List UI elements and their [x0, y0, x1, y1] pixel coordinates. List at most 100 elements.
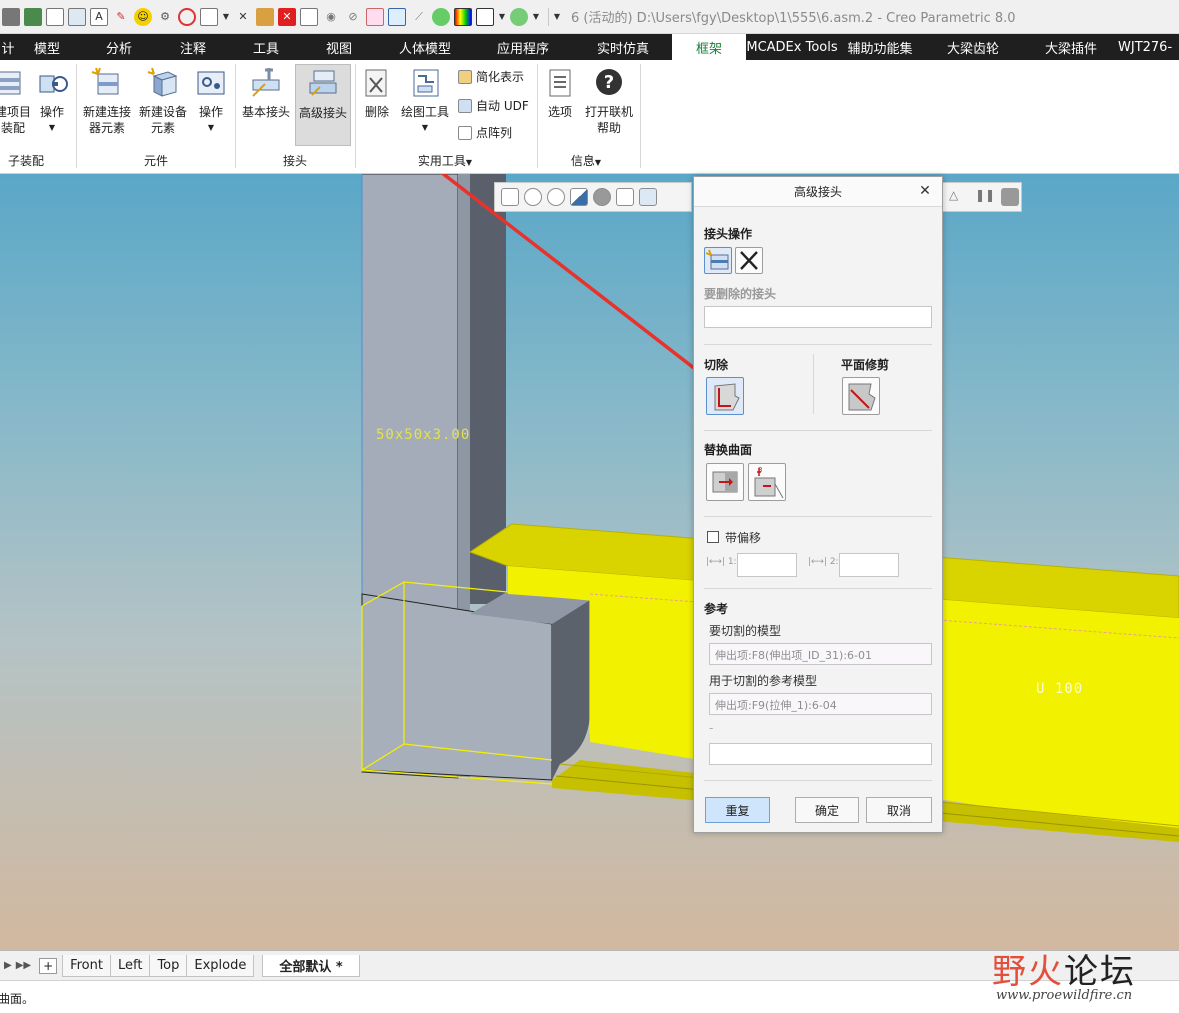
close-icon[interactable]: ✕	[917, 183, 933, 199]
add-tab-icon[interactable]: +	[39, 957, 58, 974]
gear-icon[interactable]: ⚙	[156, 8, 174, 26]
zoom-out-icon[interactable]	[547, 188, 565, 206]
tab-beam-plugin[interactable]: 大梁插件	[1038, 34, 1104, 60]
watermark-url: www.proewildfire.cn	[996, 988, 1133, 1003]
new-connector-element-button[interactable]: 新建连接 器元素	[80, 66, 134, 136]
tree-icon[interactable]	[366, 7, 384, 26]
tab-live-simulation[interactable]: 实时仿真	[590, 34, 656, 60]
view-tab-front[interactable]: Front	[62, 954, 111, 977]
annotation-display-icon[interactable]: △	[949, 188, 967, 206]
joint-to-delete-field[interactable]	[704, 306, 932, 328]
target-icon[interactable]	[178, 7, 196, 26]
tab-framework[interactable]: 框架	[672, 34, 746, 60]
offset-1-field[interactable]	[737, 553, 797, 577]
model-to-cut-field[interactable]: 伸出项:F8(伸出项_ID_31):6-01	[709, 643, 932, 665]
tab-model[interactable]: 模型	[26, 34, 68, 60]
delete-x-icon	[740, 251, 758, 270]
cut-button[interactable]	[706, 377, 744, 415]
dropdown-arrow-icon[interactable]: ▼	[222, 8, 230, 26]
replace-surface-offset-icon: 3	[754, 466, 784, 499]
close-window-icon[interactable]: ✕	[234, 8, 252, 26]
cube-view-icon[interactable]	[476, 7, 494, 26]
view-tab-top[interactable]: Top	[149, 954, 188, 977]
color-bars-icon[interactable]	[454, 7, 472, 26]
error-icon[interactable]: ✕	[278, 7, 296, 26]
package-icon[interactable]	[256, 7, 274, 26]
operations-button[interactable]: 操作 ▼	[36, 66, 68, 136]
brush-icon[interactable]: ✎	[112, 8, 130, 26]
group-label-info[interactable]: 信息▼	[558, 152, 614, 169]
green-ball-icon[interactable]	[510, 7, 528, 26]
camera-icon[interactable]	[2, 7, 20, 26]
spin-center-icon[interactable]	[1001, 188, 1019, 206]
tab-applications[interactable]: 应用程序	[490, 34, 556, 60]
sphere-icon[interactable]	[432, 7, 450, 26]
extra-field[interactable]	[709, 743, 932, 765]
tab-tools[interactable]: 工具	[245, 34, 287, 60]
scroll-right-icon[interactable]: ▶	[4, 960, 12, 971]
tab-wjt276[interactable]: WJT276-	[1118, 34, 1179, 60]
auto-udf-button[interactable]: 自动 UDF	[458, 97, 529, 114]
view-tab-all-default[interactable]: 全部默认 *	[262, 954, 360, 977]
advanced-joint-button[interactable]: 高级接头	[295, 64, 351, 146]
chevron-down-icon-3: ▼	[421, 123, 429, 132]
dialog-title-bar[interactable]: 高级接头 ✕	[694, 177, 942, 207]
open-online-help-button[interactable]: ? 打开联机 帮助	[582, 66, 636, 136]
hide-icon[interactable]: ⊘	[344, 8, 362, 26]
window-icon[interactable]	[200, 7, 218, 26]
tab-mcadex-tools[interactable]: MCADEx Tools	[746, 34, 838, 60]
tab-design[interactable]: 计	[0, 34, 16, 60]
refit-icon[interactable]	[501, 188, 519, 206]
create-joint-button[interactable]	[704, 247, 732, 274]
smiley-icon[interactable]: ☺	[134, 7, 152, 26]
view-manager-icon[interactable]	[639, 188, 657, 206]
tab-analysis[interactable]: 分析	[98, 34, 140, 60]
repeat-button[interactable]: 重复	[705, 797, 770, 823]
delete-button[interactable]: 删除	[358, 66, 396, 120]
text-icon[interactable]: A	[90, 7, 108, 26]
point-pattern-button[interactable]: 点阵列	[458, 124, 512, 141]
info-sheet-icon[interactable]	[300, 7, 318, 26]
view-tab-explode[interactable]: Explode	[186, 954, 255, 977]
plane-trim-button[interactable]	[842, 377, 880, 415]
tab-aux-functions[interactable]: 辅助功能集	[843, 34, 917, 60]
customize-arrow-icon[interactable]: ▼	[553, 8, 561, 26]
new-project-button[interactable]: 建项目 装配	[0, 66, 32, 136]
ok-button[interactable]: 确定	[795, 797, 859, 823]
tab-beam-gear[interactable]: 大梁齿轮	[940, 34, 1006, 60]
view-tab-left[interactable]: Left	[109, 954, 151, 977]
delete-joint-button[interactable]	[735, 247, 763, 274]
simplified-rep-button[interactable]: 简化表示	[458, 68, 524, 85]
dropdown-arrow-icon-3[interactable]: ▼	[532, 8, 540, 26]
tab-view[interactable]: 视图	[318, 34, 360, 60]
zoom-in-icon[interactable]	[524, 188, 542, 206]
new-device-element-button[interactable]: 新建设备 元素	[136, 66, 190, 136]
group-label-utilities[interactable]: 实用工具▼	[412, 152, 478, 169]
replace-surface-offset-button[interactable]: 3	[748, 463, 786, 501]
sheet-icon[interactable]	[46, 7, 64, 26]
replace-surface-button[interactable]	[706, 463, 744, 501]
repaint-icon[interactable]	[570, 188, 588, 206]
drawing-tools-button[interactable]: 绘图工具 ▼	[398, 66, 452, 136]
saved-orientations-icon[interactable]	[616, 188, 634, 206]
ref-model-field[interactable]: 伸出项:F9(拉伸_1):6-04	[709, 693, 932, 715]
operations-button-2[interactable]: 操作 ▼	[194, 66, 228, 136]
cancel-button[interactable]: 取消	[866, 797, 932, 823]
dropdown-arrow-icon-2[interactable]: ▼	[498, 8, 506, 26]
basic-joint-button[interactable]: 基本接头	[239, 66, 293, 120]
scroll-end-icon[interactable]: ▶▶	[16, 960, 31, 971]
options-button[interactable]: 选项	[542, 66, 578, 120]
graphics-toolbar	[494, 182, 692, 212]
properties-icon[interactable]	[68, 7, 86, 26]
eye-icon[interactable]: ◉	[322, 8, 340, 26]
offset-2-field[interactable]	[839, 553, 899, 577]
offset-checkbox[interactable]	[707, 531, 719, 543]
layers-icon[interactable]	[388, 7, 406, 26]
tab-annotate[interactable]: 注释	[172, 34, 214, 60]
display-style-icon[interactable]	[593, 188, 611, 206]
regenerate-icon[interactable]	[24, 7, 42, 26]
pause-icon[interactable]: ❚❚	[975, 188, 995, 206]
ruler-icon[interactable]: ⟋	[410, 8, 428, 26]
tab-human-model[interactable]: 人体模型	[392, 34, 458, 60]
graphics-viewport[interactable]: 50x50x3.00 U 100 △ ❚❚	[0, 174, 1179, 950]
